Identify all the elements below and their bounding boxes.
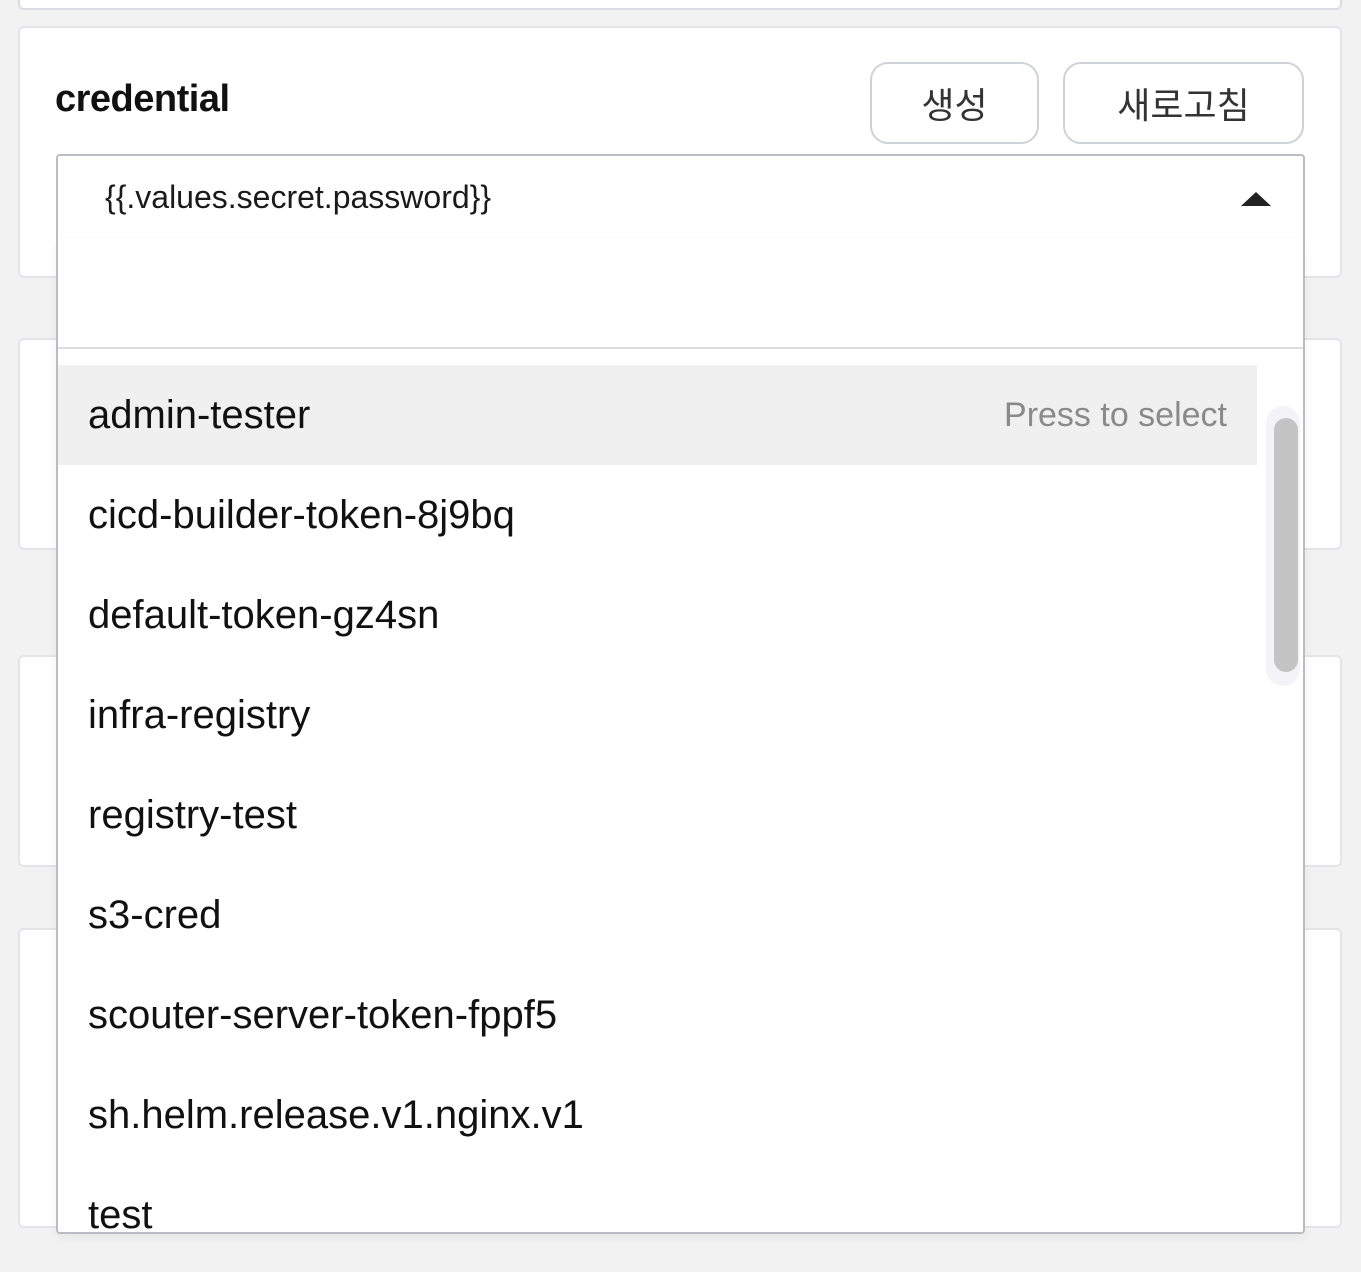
create-button[interactable]: 생성 [870, 62, 1039, 144]
scrollbar-thumb[interactable] [1274, 418, 1298, 672]
option-label: default-token-gz4sn [88, 592, 440, 637]
option-label: sh.helm.release.v1.nginx.v1 [88, 1092, 584, 1137]
option-test[interactable]: test [58, 1165, 1257, 1234]
previous-card [18, 0, 1342, 10]
select-value: {{.values.secret.password}} [105, 178, 492, 215]
option-admin-tester[interactable]: admin-tester Press to select [58, 365, 1257, 465]
option-label: s3-cred [88, 892, 222, 937]
dropdown-menu: admin-tester Press to select cicd-builde… [56, 238, 1305, 1234]
press-to-select-hint: Press to select [1004, 395, 1227, 434]
option-default-token[interactable]: default-token-gz4sn [58, 565, 1257, 665]
option-infra-registry[interactable]: infra-registry [58, 665, 1257, 765]
dropdown-search-input[interactable] [58, 238, 1303, 349]
option-s3-cred[interactable]: s3-cred [58, 865, 1257, 965]
option-label: test [88, 1192, 153, 1234]
refresh-button[interactable]: 새로고침 [1063, 62, 1304, 144]
caret-up-icon[interactable] [1241, 192, 1271, 206]
option-cicd-builder-token[interactable]: cicd-builder-token-8j9bq [58, 465, 1257, 565]
option-registry-test[interactable]: registry-test [58, 765, 1257, 865]
option-helm-release[interactable]: sh.helm.release.v1.nginx.v1 [58, 1065, 1257, 1165]
option-label: cicd-builder-token-8j9bq [88, 492, 515, 537]
option-scouter-server-token[interactable]: scouter-server-token-fppf5 [58, 965, 1257, 1065]
credential-select[interactable]: {{.values.secret.password}} [56, 154, 1305, 240]
option-label: admin-tester [88, 392, 311, 437]
scrollbar-track[interactable] [1266, 406, 1300, 686]
option-label: scouter-server-token-fppf5 [88, 992, 558, 1037]
credential-label: credential [55, 78, 230, 120]
option-label: infra-registry [88, 692, 311, 737]
page: credential 생성 새로고침 {{.values.secret.pass… [0, 0, 1361, 1272]
options-list: admin-tester Press to select cicd-builde… [58, 365, 1257, 1234]
option-label: registry-test [88, 792, 297, 837]
